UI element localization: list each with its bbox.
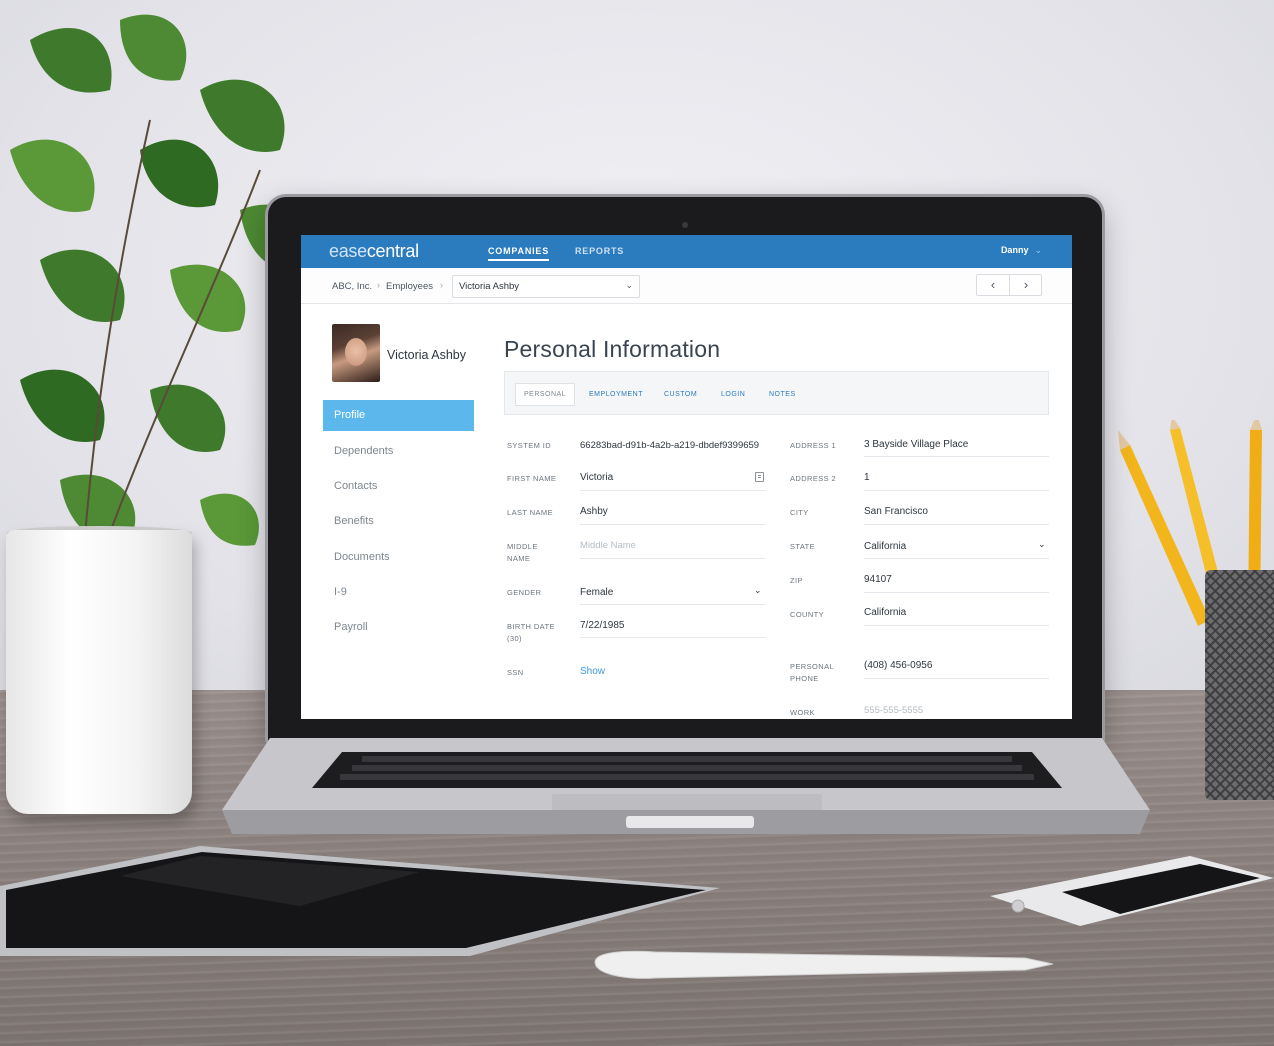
birth-date-field[interactable]: 7/22/1985: [580, 620, 625, 631]
work-phone-label: WORK: [790, 708, 815, 717]
tab-custom[interactable]: CUSTOM: [664, 391, 697, 398]
address1-label: ADDRESS 1: [790, 441, 837, 450]
system-id-label: SYSTEM ID: [507, 441, 552, 450]
previous-arrow-icon[interactable]: ‹: [977, 277, 1009, 292]
system-id-value: 66283bad-d91b-4a2b-a219-dbdef9399659: [580, 440, 760, 451]
chevron-down-icon: ⌄: [754, 585, 762, 595]
next-arrow-icon[interactable]: ›: [1010, 277, 1042, 292]
county-field[interactable]: California: [864, 607, 906, 618]
nav-reports[interactable]: REPORTS: [575, 246, 624, 256]
city-underline: [864, 524, 1049, 525]
phone-device: [990, 856, 1274, 926]
sidebar-item-profile[interactable]: Profile: [323, 400, 474, 431]
ssn-label: SSN: [507, 668, 524, 677]
zip-underline: [864, 592, 1049, 593]
sidebar-item-benefits[interactable]: Benefits: [323, 506, 474, 537]
tab-employment[interactable]: EMPLOYMENT: [589, 391, 643, 398]
sidebar-item-i9[interactable]: I-9: [323, 577, 474, 608]
address2-field[interactable]: 1: [864, 472, 870, 483]
profile-name: Victoria Ashby: [387, 348, 466, 362]
chevron-right-icon: ›: [440, 280, 443, 290]
first-name-underline: [580, 490, 766, 491]
copy-icon[interactable]: [755, 472, 764, 482]
sidebar-item-contacts[interactable]: Contacts: [323, 471, 474, 502]
chevron-right-icon: ›: [377, 280, 380, 290]
coffee-mug: [6, 530, 192, 814]
top-navigation-bar: easecentral COMPANIES REPORTS Danny ⌄: [301, 235, 1072, 268]
address1-underline: [864, 456, 1049, 457]
county-underline: [864, 625, 1049, 626]
birth-date-label: BIRTH DATE (30): [507, 622, 555, 643]
state-label: STATE: [790, 542, 816, 551]
gender-underline: [580, 604, 766, 605]
pen-decoration: [594, 950, 1054, 979]
laptop-base: [222, 738, 1150, 834]
zip-field[interactable]: 94107: [864, 574, 892, 585]
personal-phone-label: PERSONAL PHONE: [790, 662, 835, 683]
avatar-face: [345, 338, 367, 366]
pencil-cup: [1205, 570, 1274, 800]
first-name-field[interactable]: Victoria: [580, 472, 613, 483]
gender-select[interactable]: Female: [580, 587, 613, 598]
employee-select-value: Victoria Ashby: [459, 281, 520, 292]
state-underline: [864, 558, 1049, 559]
tab-notes[interactable]: NOTES: [769, 391, 796, 398]
tab-login[interactable]: LOGIN: [721, 391, 745, 398]
address2-underline: [864, 490, 1049, 491]
breadcrumb-employees[interactable]: Employees: [386, 281, 433, 292]
address2-label: ADDRESS 2: [790, 474, 837, 483]
avatar: [332, 324, 380, 382]
middle-name-field[interactable]: Middle Name: [580, 540, 636, 551]
chevron-down-icon: ⌄: [1038, 539, 1046, 549]
work-phone-field[interactable]: 555-555-5555: [864, 705, 923, 716]
personal-phone-underline: [864, 678, 1049, 679]
user-menu[interactable]: Danny ⌄: [1001, 245, 1042, 256]
city-label: CITY: [790, 508, 809, 517]
camera-icon: [682, 222, 688, 228]
record-pager: ‹ ›: [976, 274, 1042, 296]
user-name: Danny: [1000, 245, 1029, 255]
tab-bar: PERSONAL EMPLOYMENT CUSTOM LOGIN NOTES: [504, 371, 1049, 415]
city-field[interactable]: San Francisco: [864, 506, 928, 517]
tab-personal[interactable]: PERSONAL: [515, 383, 576, 406]
zip-label: ZIP: [790, 576, 803, 585]
breadcrumb: ABC, Inc. › Employees › Victoria Ashby ⌄…: [301, 268, 1072, 304]
page-title: Personal Information: [504, 336, 721, 362]
address1-field[interactable]: 3 Bayside Village Place: [864, 439, 968, 450]
personal-phone-field[interactable]: (408) 456-0956: [864, 660, 932, 671]
gender-label: GENDER: [507, 588, 542, 597]
sidebar-item-documents[interactable]: Documents: [323, 542, 474, 573]
breadcrumb-company[interactable]: ABC, Inc.: [332, 281, 372, 292]
nav-companies[interactable]: COMPANIES: [488, 246, 550, 261]
app-screen: easecentral COMPANIES REPORTS Danny ⌄ ABC…: [301, 235, 1072, 719]
chevron-down-icon: ⌄: [1034, 245, 1042, 255]
employee-select[interactable]: Victoria Ashby ⌄: [452, 275, 640, 298]
first-name-label: FIRST NAME: [507, 474, 557, 483]
sidebar-item-dependents[interactable]: Dependents: [323, 436, 474, 467]
county-label: COUNTY: [790, 610, 825, 619]
middle-name-underline: [580, 558, 766, 559]
ssn-show-link[interactable]: Show: [580, 666, 605, 677]
last-name-underline: [580, 524, 766, 525]
sidebar-item-payroll[interactable]: Payroll: [323, 612, 474, 643]
birth-date-underline: [580, 637, 766, 638]
state-select[interactable]: California: [864, 541, 906, 552]
tablet-device: [0, 846, 720, 956]
last-name-label: LAST NAME: [507, 508, 553, 517]
middle-name-label: MIDDLE NAME: [507, 542, 538, 563]
app-logo[interactable]: easecentral: [329, 241, 419, 262]
chevron-down-icon: ⌄: [625, 280, 633, 290]
last-name-field[interactable]: Ashby: [580, 506, 608, 517]
